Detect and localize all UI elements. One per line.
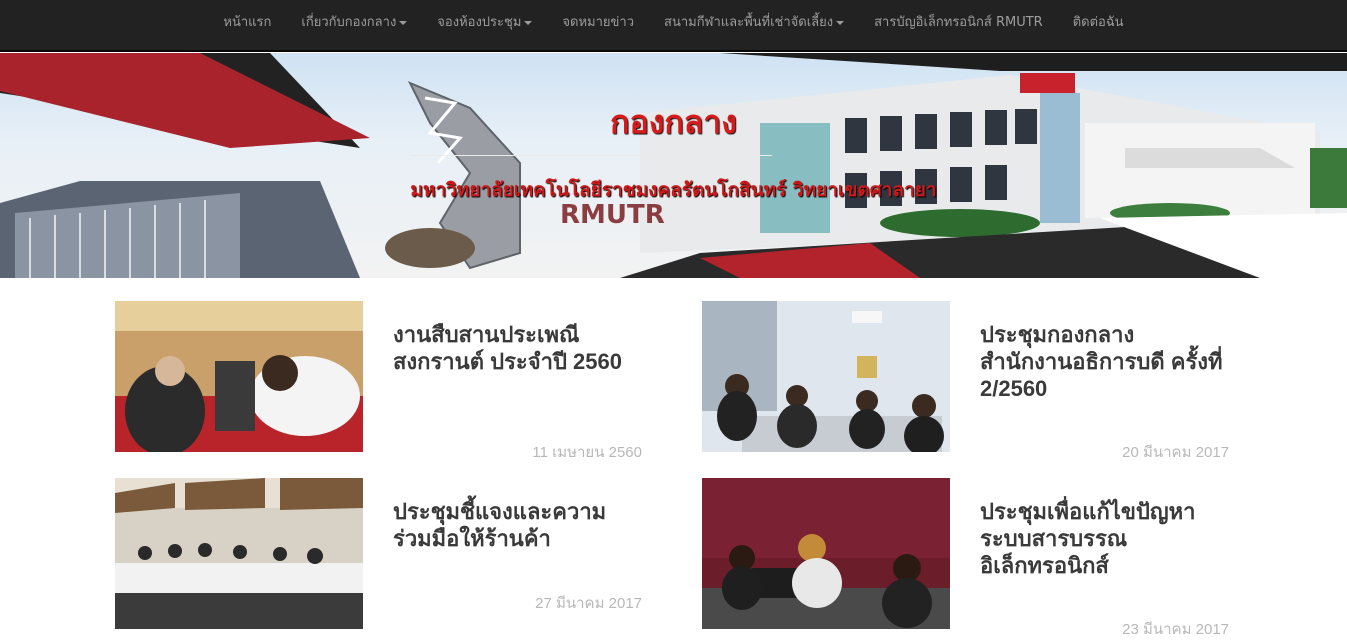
nav-item-contact[interactable]: ติดต่อฉัน — [1058, 0, 1139, 50]
news-card[interactable]: งานสืบสานประเพณีสงกรานต์ ประจำปี 2560 11… — [115, 301, 643, 461]
news-thumbnail[interactable] — [115, 301, 363, 452]
news-card[interactable]: ประชุมชี้แจงและความร่วมมือให้ร้านค้า 27 … — [115, 478, 642, 630]
news-card[interactable]: ประชุมเพื่อแก้ไขปัญหาระบบสารบรรณอิเล็กทร… — [702, 478, 1230, 638]
news-thumbnail[interactable] — [115, 478, 363, 629]
news-thumbnail[interactable] — [702, 301, 950, 452]
news-card[interactable]: ประชุมกองกลาง สำนักงานอธิการบดี ครั้งที่… — [702, 301, 1230, 461]
banner-title: กองกลาง — [610, 103, 737, 141]
news-title[interactable]: ประชุมกองกลาง สำนักงานอธิการบดี ครั้งที่… — [980, 321, 1230, 402]
nav-item-about[interactable]: เกี่ยวกับกองกลาง — [286, 0, 422, 50]
nav-item-label: จองห้องประชุม — [437, 15, 522, 30]
nav-item-home[interactable]: หน้าแรก — [208, 0, 286, 50]
nav-item-label: จดหมายข่าว — [562, 15, 635, 30]
news-date: 27 มีนาคม 2017 — [535, 595, 642, 612]
nav-item-label: เกี่ยวกับกองกลาง — [301, 15, 397, 30]
nav-item-newsletter[interactable]: จดหมายข่าว — [547, 0, 649, 50]
nav-item-booking[interactable]: จองห้องประชุม — [422, 0, 547, 50]
nav-item-label: สารบัญอิเล็กทรอนิกส์ RMUTR — [874, 15, 1043, 30]
news-date: 23 มีนาคม 2017 — [1122, 621, 1229, 638]
banner-subtitle: มหาวิทยาลัยเทคโนโลยีราชมงคลรัตนโกสินทร์ … — [410, 179, 937, 201]
nav-item-label: ติดต่อฉัน — [1072, 15, 1124, 30]
nav-item-label: สนามกีฬาและพื้นที่เช่าจัดเลี้ยง — [664, 15, 834, 30]
top-navbar: หน้าแรก เกี่ยวกับกองกลาง จองห้องประชุม จ… — [0, 0, 1347, 52]
banner-illustration: RMUTR — [0, 53, 1347, 278]
nav-item-ecorrespondence[interactable]: สารบัญอิเล็กทรอนิกส์ RMUTR — [859, 0, 1058, 50]
news-date: 11 เมษายน 2560 — [532, 444, 642, 461]
nav-menu: หน้าแรก เกี่ยวกับกองกลาง จองห้องประชุม จ… — [0, 0, 1347, 50]
news-title[interactable]: ประชุมเพื่อแก้ไขปัญหาระบบสารบรรณอิเล็กทร… — [980, 498, 1230, 579]
caret-down-icon — [399, 20, 408, 25]
news-thumbnail[interactable] — [702, 478, 950, 629]
news-title[interactable]: ประชุมชี้แจงและความร่วมมือให้ร้านค้า — [393, 498, 643, 552]
nav-item-label: หน้าแรก — [223, 15, 272, 30]
news-title[interactable]: งานสืบสานประเพณีสงกรานต์ ประจำปี 2560 — [393, 321, 643, 375]
news-date: 20 มีนาคม 2017 — [1122, 444, 1229, 461]
banner-divider — [410, 155, 772, 156]
caret-down-icon — [524, 20, 533, 25]
caret-down-icon — [836, 20, 845, 25]
header-banner: RMUTR กองกลาง มหาวิทยาลัยเทคโนโลยีราชมงค… — [0, 53, 1347, 278]
nav-item-stadium[interactable]: สนามกีฬาและพื้นที่เช่าจัดเลี้ยง — [649, 0, 859, 50]
